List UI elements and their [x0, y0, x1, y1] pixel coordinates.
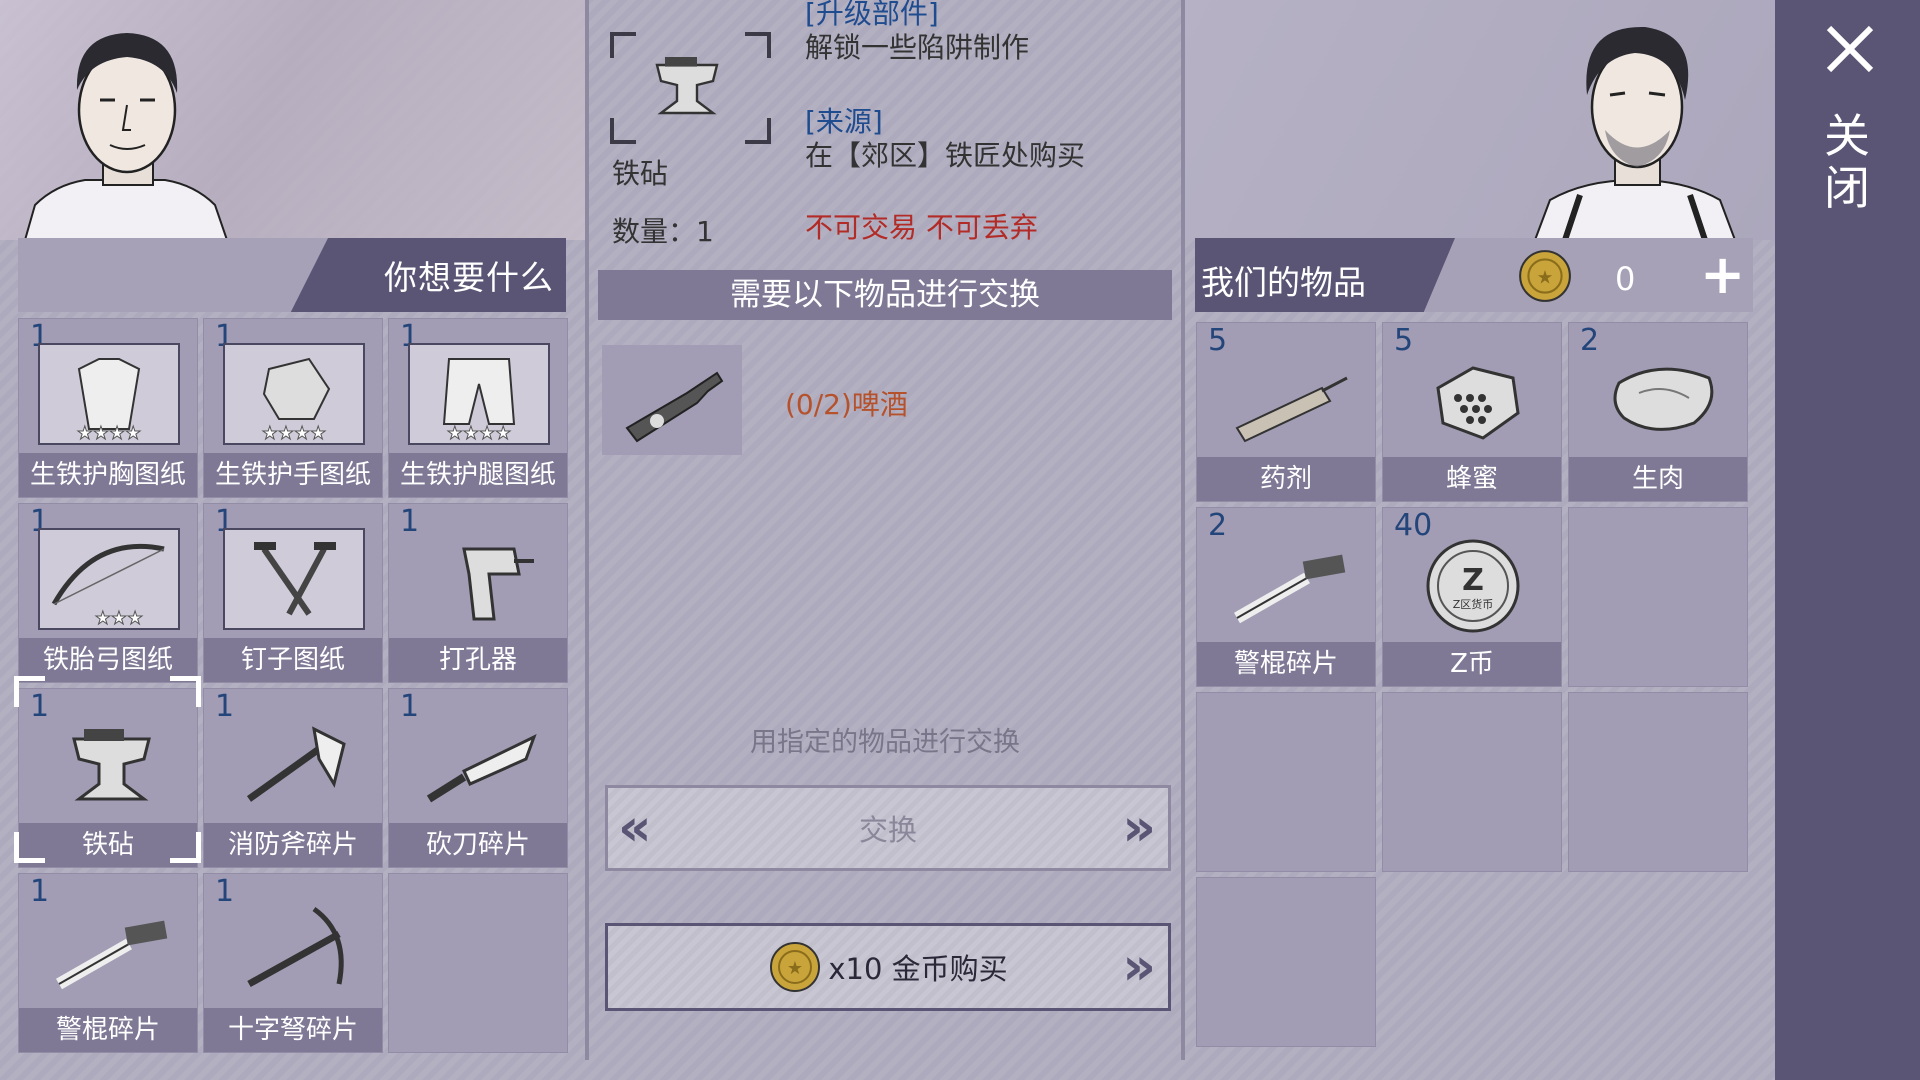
- anvil-icon: [72, 729, 151, 801]
- item-label: Z币: [1383, 642, 1561, 686]
- z-coin-icon: Z Z区货币: [1426, 539, 1520, 633]
- our-items-tab-title: 我们的物品: [1201, 263, 1366, 302]
- item-label: 生铁护胸图纸: [19, 453, 197, 497]
- item-label: 打孔器: [389, 638, 567, 682]
- item-label: 钉子图纸: [204, 638, 382, 682]
- drill-icon: [462, 547, 534, 621]
- anvil-icon: [655, 57, 719, 115]
- empty-slot: [1196, 692, 1376, 872]
- item-label: 消防斧碎片: [204, 823, 382, 867]
- svg-text:★★★: ★★★: [95, 608, 143, 629]
- item-label: 蜂蜜: [1383, 457, 1561, 501]
- our-items-tab-header: 我们的物品 ★ 0 +: [1195, 238, 1753, 312]
- double-chevron-right-icon: »: [1122, 798, 1156, 858]
- wanted-item-slot[interactable]: 1 钉子图纸: [203, 503, 383, 683]
- honeycomb-icon: [1436, 366, 1520, 440]
- gold-coin-icon: ★: [1519, 250, 1571, 302]
- wanted-item-slot[interactable]: 1 ★★★★ 生铁护胸图纸: [18, 318, 198, 498]
- our-item-slot[interactable]: 40 Z Z区货币 Z币: [1382, 507, 1562, 687]
- empty-slot: [1196, 877, 1376, 1047]
- trade-restriction: 不可交易 不可丢弃: [805, 211, 1038, 244]
- required-item-slot[interactable]: [602, 345, 742, 455]
- item-label: 生铁护腿图纸: [389, 453, 567, 497]
- exchange-hint: 用指定的物品进行交换: [750, 727, 1020, 758]
- svg-text:★★★★: ★★★★: [262, 423, 327, 444]
- fire-axe-icon: [246, 726, 346, 802]
- wanted-item-slot[interactable]: 1 消防斧碎片: [203, 688, 383, 868]
- machete-icon: [426, 734, 537, 803]
- svg-text:Z区货币: Z区货币: [1453, 597, 1494, 611]
- close-icon[interactable]: [1823, 22, 1877, 76]
- wanted-item-slot[interactable]: 1 ★★★★ 生铁护手图纸: [203, 318, 383, 498]
- our-item-slot[interactable]: 5 药剂: [1196, 322, 1376, 502]
- wanted-item-slot[interactable]: 1 打孔器: [388, 503, 568, 683]
- gauntlet-blueprint-icon: ★★★★: [223, 343, 365, 445]
- wanted-tab-header: 你想要什么: [18, 238, 566, 312]
- double-chevron-right-icon: »: [1122, 937, 1156, 997]
- beer-bottle-icon: [625, 371, 724, 443]
- add-coins-button[interactable]: +: [1700, 248, 1745, 302]
- empty-slot: [388, 873, 568, 1053]
- raw-meat-icon: [1613, 367, 1714, 431]
- empty-slot: [1568, 692, 1748, 872]
- crossbow-icon: [247, 906, 344, 988]
- close-label: 关闭: [1824, 109, 1870, 215]
- item-label: 警棍碎片: [19, 1008, 197, 1052]
- close-panel[interactable]: 关闭: [1775, 0, 1920, 1080]
- buy-with-gold-button[interactable]: ★ x10 金币购买 »: [605, 923, 1171, 1011]
- wanted-item-slot[interactable]: 1 ★★★★ 生铁护腿图纸: [388, 318, 568, 498]
- bow-blueprint-icon: ★★★: [38, 528, 180, 630]
- item-detail-panel: [升级部件] 解锁一些陷阱制作 [来源] 在【郊区】铁匠处购买 铁砧 数量：1 …: [585, 0, 1185, 1080]
- detail-frame-corner: [745, 118, 771, 144]
- item-description: 解锁一些陷阱制作: [805, 31, 1030, 64]
- wanted-item-slot[interactable]: 1 十字弩碎片: [203, 873, 383, 1053]
- item-name: 铁砧: [612, 157, 669, 190]
- wanted-item-slot[interactable]: 1 警棍碎片: [18, 873, 198, 1053]
- item-label: 警棍碎片: [1197, 642, 1375, 686]
- baton-icon: [56, 920, 168, 990]
- baton-icon: [1234, 554, 1346, 624]
- trader-portrait: [23, 33, 229, 240]
- source-text: 在【郊区】铁匠处购买: [805, 139, 1086, 172]
- buy-button-label: x10 金币购买: [828, 952, 1008, 986]
- wanted-item-slot[interactable]: 1 砍刀碎片: [388, 688, 568, 868]
- svg-text:★: ★: [787, 958, 803, 979]
- wanted-item-slot[interactable]: 1 ★★★ 铁胎弓图纸: [18, 503, 198, 683]
- selection-corner: [14, 676, 45, 707]
- exchange-button[interactable]: « 交换 »: [605, 785, 1171, 871]
- syringe-icon: [1235, 376, 1348, 443]
- required-items-header: 需要以下物品进行交换: [598, 270, 1172, 320]
- item-count: 数量：1: [612, 215, 714, 248]
- empty-slot: [1382, 692, 1562, 872]
- player-portrait: [1533, 26, 1737, 240]
- item-label: 生肉: [1569, 457, 1747, 501]
- svg-text:★: ★: [1537, 267, 1554, 288]
- required-item-progress: (0/2)啤酒: [785, 388, 908, 421]
- our-items-panel: 我们的物品 ★ 0 + 5 药剂 5 蜂蜜 2 生肉 2 警棍碎片 40 Z Z…: [1185, 0, 1775, 1080]
- selection-corner: [170, 832, 201, 863]
- item-label: 十字弩碎片: [204, 1008, 382, 1052]
- selection-corner: [14, 832, 45, 863]
- double-chevron-left-icon: «: [618, 798, 652, 858]
- our-item-slot[interactable]: 5 蜂蜜: [1382, 322, 1562, 502]
- gold-coin-count: 0: [1615, 260, 1636, 298]
- selection-corner: [170, 676, 201, 707]
- empty-slot: [1568, 507, 1748, 687]
- our-item-slot[interactable]: 2 生肉: [1568, 322, 1748, 502]
- item-label: 砍刀碎片: [389, 823, 567, 867]
- wanted-tab-title: 你想要什么: [384, 258, 554, 297]
- item-label: 药剂: [1197, 457, 1375, 501]
- chestplate-blueprint-icon: ★★★★: [38, 343, 180, 445]
- item-label: 生铁护手图纸: [204, 453, 382, 497]
- svg-text:★★★★: ★★★★: [77, 423, 142, 444]
- leg-armor-blueprint-icon: ★★★★: [408, 343, 550, 445]
- svg-text:Z: Z: [1462, 563, 1484, 598]
- nails-blueprint-icon: [223, 528, 365, 630]
- detail-frame-corner: [745, 32, 771, 58]
- trade-wanted-panel: 你想要什么 1 ★★★★ 生铁护胸图纸 1 ★★★★ 生铁护手图纸 1 ★★★★…: [0, 0, 585, 1080]
- svg-text:★★★★: ★★★★: [447, 423, 512, 444]
- gold-coin-icon: ★: [770, 942, 821, 992]
- our-item-slot[interactable]: 2 警棍碎片: [1196, 507, 1376, 687]
- exchange-button-label: 交换: [858, 813, 917, 847]
